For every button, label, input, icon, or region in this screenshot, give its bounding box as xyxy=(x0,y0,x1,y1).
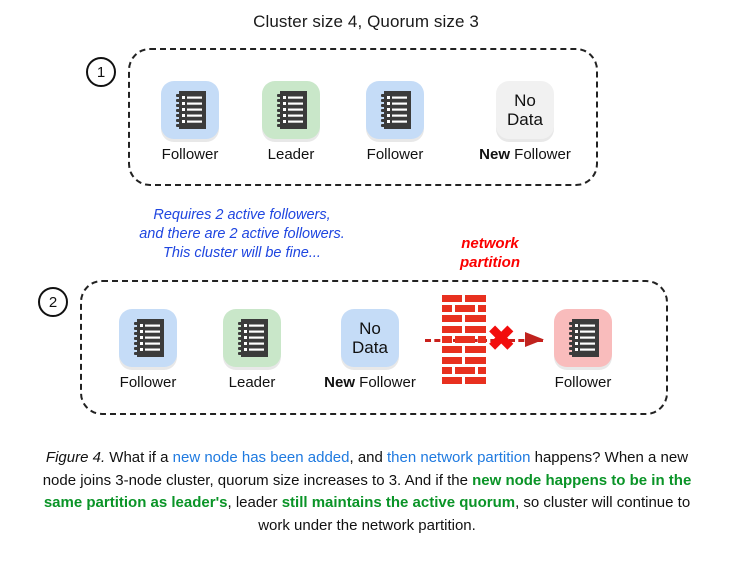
caption-text-2: , and xyxy=(349,449,388,466)
node-tile: No Data xyxy=(341,309,399,367)
node-label: New Follower xyxy=(475,146,575,163)
node-new-follower-2[interactable]: No Data New Follower xyxy=(320,309,420,391)
annotation-blue: Requires 2 active followers, and there a… xyxy=(92,206,392,263)
node-follower-2[interactable]: Follower xyxy=(345,81,445,163)
node-label-text: Follower xyxy=(366,146,424,163)
ledger-icon xyxy=(176,91,206,129)
annotation-blue-line-3: This cluster will be fine... xyxy=(163,245,321,261)
figure-canvas: Cluster size 4, Quorum size 3 1 Follower… xyxy=(0,0,732,563)
caption-text-4: , leader xyxy=(227,494,282,511)
node-tile xyxy=(366,81,424,139)
ledger-icon xyxy=(134,319,164,357)
brick-wall-icon-bottom xyxy=(442,357,486,384)
figure-title: Cluster size 4, Quorum size 3 xyxy=(253,12,479,31)
figure-caption: Figure 4. What if a new node has been ad… xyxy=(28,447,706,537)
node-label: Leader xyxy=(202,374,302,391)
network-partition-graphic: ✖ xyxy=(425,295,550,385)
node-leader-1[interactable]: Leader xyxy=(241,81,341,163)
caption-highlight-blue-1: new node has been added xyxy=(172,449,350,466)
step-marker-2-number: 2 xyxy=(48,293,58,311)
node-follower-1[interactable]: Follower xyxy=(140,81,240,163)
node-label-bold: New xyxy=(324,374,355,391)
node-tile xyxy=(161,81,219,139)
node-label-text: Follower xyxy=(119,374,177,391)
node-label-text: Follower xyxy=(354,374,416,391)
ledger-icon xyxy=(238,319,268,357)
node-label-text: Follower xyxy=(161,146,219,163)
step-marker-1: 1 xyxy=(86,57,116,87)
node-label-text: Follower xyxy=(554,374,612,391)
no-data-label: No Data xyxy=(352,319,388,357)
caption-text-1: What if a xyxy=(105,449,173,466)
no-data-label: No Data xyxy=(507,91,543,129)
annotation-network-partition: network partition xyxy=(420,234,560,272)
node-label: Follower xyxy=(98,374,198,391)
node-new-follower-1[interactable]: No Data New Follower xyxy=(475,81,575,163)
node-label: Follower xyxy=(533,374,633,391)
brick-wall-icon-top xyxy=(442,295,486,322)
node-leader-2[interactable]: Leader xyxy=(202,309,302,391)
node-label: New Follower xyxy=(320,374,420,391)
node-label-text: Leader xyxy=(228,374,276,391)
step-marker-1-number: 1 xyxy=(96,63,106,81)
annotation-blue-line-1: Requires 2 active followers, xyxy=(153,207,331,223)
brick-wall-icon-middle xyxy=(442,326,486,353)
node-tile xyxy=(554,309,612,367)
node-label-text: Follower xyxy=(509,146,571,163)
node-label-text: Leader xyxy=(267,146,315,163)
annotation-red-line-1: network xyxy=(461,235,519,252)
node-tile: No Data xyxy=(496,81,554,139)
blocked-x-icon: ✖ xyxy=(487,320,516,358)
node-label-bold: New xyxy=(479,146,510,163)
ledger-icon xyxy=(277,91,307,129)
node-tile xyxy=(223,309,281,367)
node-label: Follower xyxy=(140,146,240,163)
annotation-blue-line-2: and there are 2 active followers. xyxy=(139,226,345,242)
ledger-icon xyxy=(381,91,411,129)
ledger-icon xyxy=(569,319,599,357)
caption-highlight-green-2: still maintains the active quorum xyxy=(281,494,516,511)
node-label: Follower xyxy=(345,146,445,163)
node-tile xyxy=(262,81,320,139)
node-follower-partitioned[interactable]: Follower xyxy=(533,309,633,391)
node-tile xyxy=(119,309,177,367)
caption-figure-label: Figure 4. xyxy=(45,449,106,466)
caption-highlight-blue-2: then network partition xyxy=(387,449,531,466)
node-label: Leader xyxy=(241,146,341,163)
step-marker-2: 2 xyxy=(38,287,68,317)
annotation-red-line-2: partition xyxy=(460,254,520,271)
node-follower-3[interactable]: Follower xyxy=(98,309,198,391)
